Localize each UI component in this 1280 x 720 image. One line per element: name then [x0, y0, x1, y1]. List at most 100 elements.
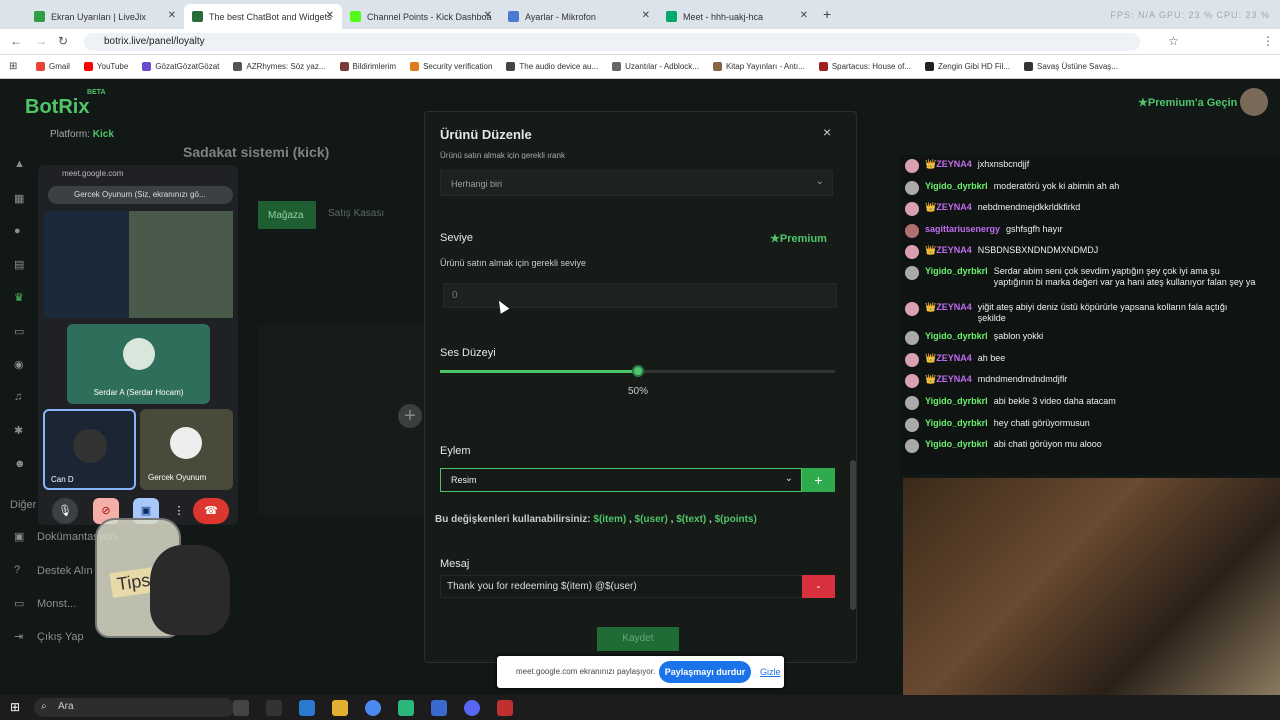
participant-tile[interactable]: Can D — [43, 409, 136, 490]
game-icon[interactable]: ◉ — [14, 358, 28, 372]
dashboard-icon[interactable]: ▦ — [14, 192, 28, 206]
bookmark-favicon-icon — [142, 62, 152, 71]
chat-username: 👑ZEYNA4 — [925, 353, 972, 363]
bookmark-item[interactable]: AZRhymes: Söz yaz... — [233, 62, 326, 71]
bookmark-item[interactable]: Security verification — [410, 62, 492, 71]
avatar — [905, 302, 919, 316]
chat-username: 👑ZEYNA4 — [925, 374, 972, 384]
livejix-app-icon[interactable] — [266, 700, 282, 716]
file-explorer-icon[interactable] — [332, 700, 348, 716]
chat-text: hey chati görüyormusun — [993, 418, 1090, 428]
browser-tab[interactable]: Ayarlar - Mikrofon ✕ — [500, 4, 658, 29]
bookmark-item[interactable]: GözatGözatGözat — [142, 62, 219, 71]
meet-sharing-label[interactable]: Gercek Oyunum (Siz, ekranınızı gö... — [48, 186, 233, 204]
message-input[interactable]: Thank you for redeeming $(item) @$(user) — [440, 575, 803, 598]
rank-select[interactable]: Herhangi biri ⌄ — [440, 170, 833, 196]
mic-icon[interactable]: 🎙 — [52, 498, 78, 524]
participant-tile[interactable]: Serdar A (Serdar Hocam) — [67, 324, 210, 404]
volume-slider-handle[interactable] — [631, 365, 644, 377]
browser-tab[interactable]: The best ChatBot and Widgets ✕ — [184, 4, 342, 29]
bookmarks-bar: Gmail YouTube GözatGözatGözat AZRhymes: Söz… — [0, 55, 1280, 79]
chat-username: sagittariusenergy — [925, 224, 1001, 234]
remove-message-button[interactable]: - — [802, 575, 835, 598]
close-tab-icon[interactable]: ✕ — [800, 10, 808, 21]
reload-icon[interactable]: ↻ — [58, 34, 68, 48]
bookmark-star-icon[interactable]: ☆ — [1168, 34, 1179, 48]
bot-icon[interactable]: ● — [14, 225, 28, 239]
participant-name: Can D — [51, 475, 74, 484]
modal-scrollbar-thumb[interactable] — [850, 460, 856, 610]
sidebar-item-other[interactable]: Diğer — [10, 499, 36, 511]
botrix-logo[interactable]: BotRix — [25, 96, 89, 119]
close-tab-icon[interactable]: ✕ — [484, 10, 492, 21]
store-icon[interactable] — [299, 700, 315, 716]
chat-icon[interactable]: ▭ — [14, 325, 28, 339]
tab-sales[interactable]: Satış Kasası — [328, 208, 384, 219]
bookmark-item[interactable]: Gmail — [36, 62, 70, 71]
back-icon[interactable]: ← — [10, 34, 22, 48]
url-input[interactable]: botrix.live/panel/loyalty — [84, 33, 1140, 51]
chat-username: Yigido_dyrbkrl — [925, 396, 988, 406]
stop-sharing-button[interactable]: Paylaşmayı durdur — [659, 661, 751, 683]
bookmark-item[interactable]: Kitap Yayınları - Antı... — [712, 62, 805, 71]
tab-label: Ekran Uyarıları | LiveJix — [51, 11, 146, 22]
bookmark-item[interactable]: The audio device au... — [506, 62, 598, 71]
bookmark-item[interactable]: Uzantılar - Adblock... — [612, 62, 699, 71]
tab-shop[interactable]: Mağaza — [258, 201, 316, 229]
browser-tab[interactable]: Meet - hhh-uakj-hca ✕ — [658, 4, 816, 29]
trophy-icon[interactable]: ♛ — [14, 291, 28, 305]
webcam-feed — [903, 478, 1280, 695]
add-product-icon[interactable]: + — [398, 404, 422, 428]
sidebar-item-support[interactable]: Destek Alın — [37, 565, 93, 577]
bookmark-item[interactable]: Savaş Üstüne Savaş... — [1024, 62, 1118, 71]
windows-start-icon[interactable]: ⊞ — [10, 700, 20, 714]
hide-share-bar-link[interactable]: Gizle — [760, 667, 781, 677]
chat-text: Serdar abim seni çok sevdim yaptığın şey… — [993, 266, 1256, 287]
users-icon[interactable]: ☻ — [14, 458, 28, 472]
close-tab-icon[interactable]: ✕ — [326, 10, 334, 21]
sidebar-item-logout[interactable]: Çıkış Yap — [37, 631, 84, 643]
avatar — [123, 338, 155, 370]
bookmark-favicon-icon — [612, 62, 622, 71]
close-tab-icon[interactable]: ✕ — [642, 10, 650, 21]
settings-icon[interactable]: ✱ — [14, 424, 28, 438]
music-icon[interactable]: ♫ — [14, 391, 28, 405]
steam-icon[interactable] — [431, 700, 447, 716]
platform-value: Kick — [92, 129, 114, 140]
variable-text: $(text) — [676, 514, 707, 525]
discord-icon[interactable] — [464, 700, 480, 716]
save-button[interactable]: Kaydet — [597, 627, 679, 651]
task-view-icon[interactable] — [233, 700, 249, 716]
bookmark-label: Kitap Yayınları - Antı... — [725, 62, 805, 71]
add-action-button[interactable]: + — [802, 468, 835, 492]
docs-icon: ▣ — [14, 531, 25, 543]
premium-link[interactable]: ★Premium'a Geçin — [1138, 96, 1237, 109]
list-icon[interactable]: ▤ — [14, 258, 28, 272]
user-avatar[interactable] — [1240, 88, 1268, 116]
browser-tab[interactable]: Ekran Uyarıları | LiveJix ✕ — [26, 4, 184, 29]
app-icon[interactable] — [398, 700, 414, 716]
apps-icon[interactable]: ⊞ — [9, 61, 17, 72]
bookmark-item[interactable]: Bildirimlerim — [339, 62, 396, 71]
more-options-icon[interactable]: ⋮ — [172, 498, 186, 524]
bookmark-item[interactable]: Zengin Gibi HD Fil... — [924, 62, 1010, 71]
participant-tile[interactable]: Gercek Oyunum — [140, 409, 233, 490]
chrome-icon[interactable] — [365, 700, 381, 716]
page-title: Sadakat sistemi (kick) — [183, 144, 330, 160]
alert-icon[interactable]: ▲ — [14, 158, 28, 172]
sidebar-item-monitor[interactable]: Monst... — [37, 598, 76, 610]
browser-tab[interactable]: Channel Points - Kick Dashboa ✕ — [342, 4, 500, 29]
close-icon[interactable]: × — [823, 124, 831, 140]
bookmark-item[interactable]: YouTube — [83, 62, 128, 71]
close-tab-icon[interactable]: ✕ — [168, 10, 176, 21]
menu-icon[interactable]: ⋮ — [1262, 34, 1274, 48]
chat-message: 👑ZEYNA4 ah bee — [905, 353, 1244, 371]
bookmark-item[interactable]: Spartacus: House of... — [818, 62, 911, 71]
hang-up-icon[interactable]: ☎ — [193, 498, 229, 524]
winrar-icon[interactable] — [497, 700, 513, 716]
new-tab-button[interactable]: + — [823, 6, 831, 22]
forward-icon[interactable]: → — [35, 34, 47, 48]
taskbar-search[interactable]: Ara — [34, 698, 234, 717]
bookmark-label: GözatGözatGözat — [155, 62, 220, 71]
action-select[interactable]: Resim ⌄ — [440, 468, 802, 492]
